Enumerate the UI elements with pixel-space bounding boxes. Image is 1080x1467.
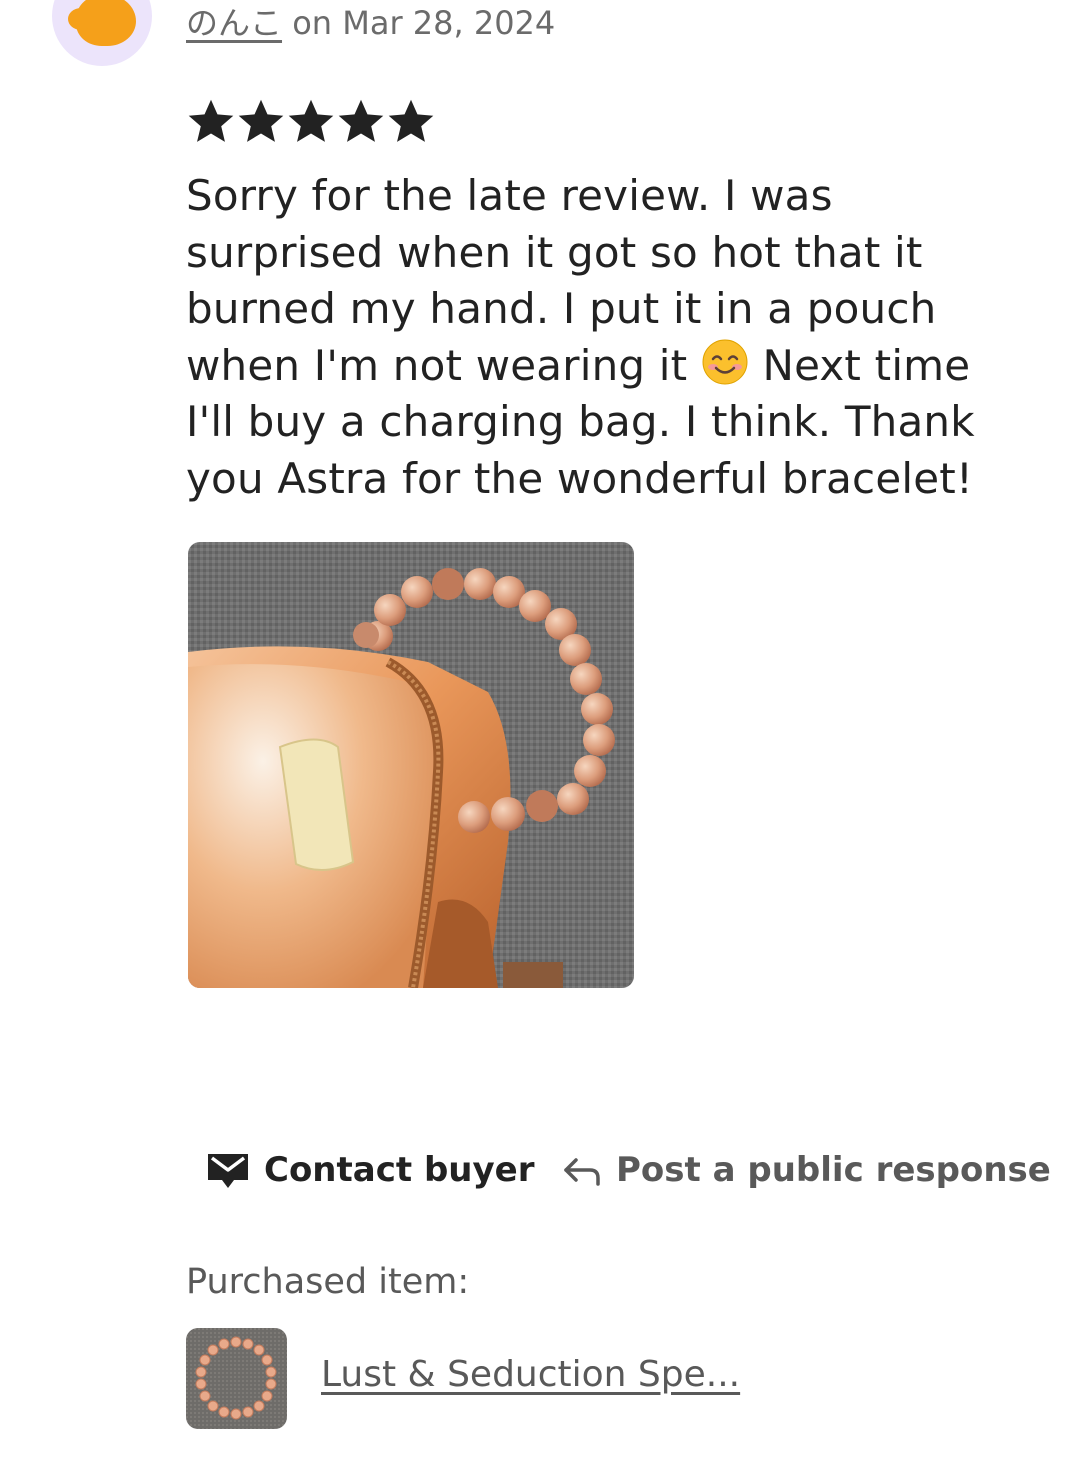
review-actions: Contact buyer Post a public response [206,1150,1051,1200]
review-text: Sorry for the late review. I was surpris… [186,168,1016,507]
contact-buyer-button[interactable]: Contact buyer [206,1150,535,1190]
purchased-item-label: Purchased item: [186,1262,470,1302]
mail-icon [208,1154,248,1188]
reply-arrow-icon [564,1158,600,1186]
review-date: on Mar 28, 2024 [282,4,556,42]
review-photo-image [188,542,634,988]
reviewer-name-link[interactable]: のんこ [186,4,282,42]
post-public-response-button[interactable]: Post a public response [562,1150,1051,1190]
review-photo[interactable] [188,542,634,988]
avatar-shape [68,0,136,46]
star-icon [388,99,434,142]
smiling-face-with-smiling-eyes-icon [702,339,748,384]
post-public-response-label: Post a public response [616,1150,1051,1190]
purchased-item-thumbnail[interactable] [186,1328,287,1429]
star-icon [238,99,284,142]
purchased-item-image [186,1328,287,1429]
star-icon [288,99,334,142]
star-rating [186,96,436,146]
star-icon [188,99,234,142]
purchased-item-link[interactable]: Lust & Seduction Spe... [321,1354,740,1395]
reviewer-line: のんこ on Mar 28, 2024 [186,0,555,44]
contact-buyer-label: Contact buyer [264,1150,535,1190]
star-icon [338,99,384,142]
reviewer-avatar[interactable] [52,0,152,66]
